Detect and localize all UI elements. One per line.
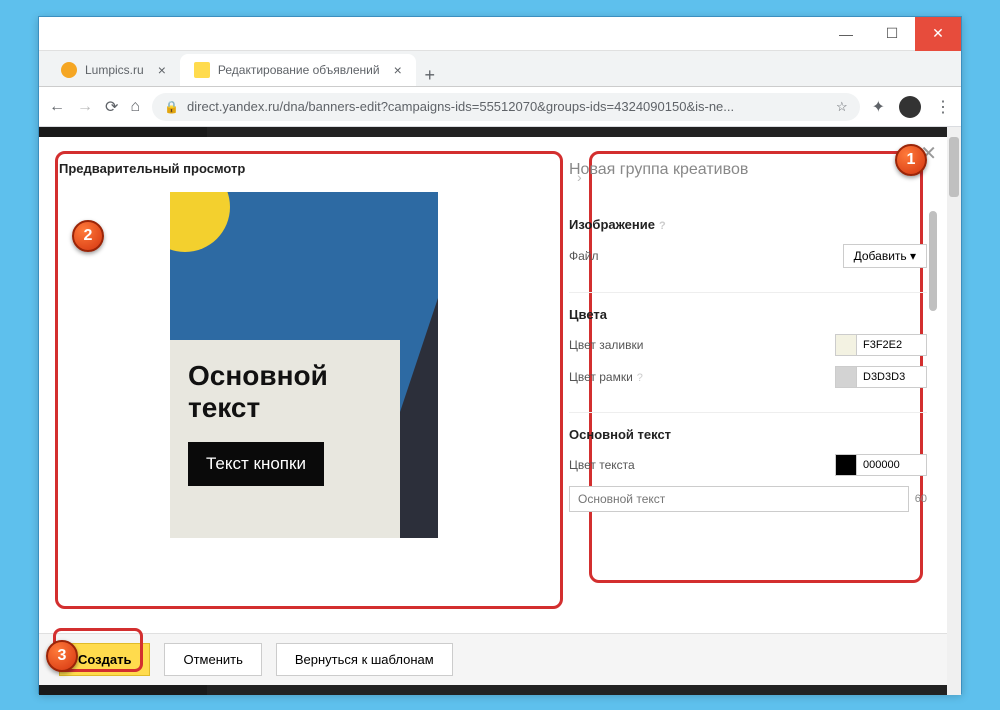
nav-back-icon[interactable]: ← <box>49 98 65 116</box>
lock-icon: 🔒 <box>164 100 179 114</box>
page-scrollbar[interactable] <box>947 127 961 695</box>
cancel-button[interactable]: Отменить <box>164 643 261 676</box>
window-maximize-button[interactable]: ☐ <box>869 17 915 51</box>
extension-icon[interactable]: ✦ <box>872 97 885 117</box>
tab-edit-ads[interactable]: Редактирование объявлений × <box>180 54 416 86</box>
decorative-circle <box>170 192 230 252</box>
settings-title: Новая группа креативов <box>569 161 927 179</box>
color-swatch[interactable] <box>835 454 857 476</box>
callout-1: 1 <box>895 144 927 176</box>
url-text: direct.yandex.ru/dna/banners-edit?campai… <box>187 99 828 114</box>
color-swatch[interactable] <box>835 366 857 388</box>
tab-lumpics[interactable]: Lumpics.ru × <box>47 54 180 86</box>
window-titlebar: — ☐ ✕ <box>39 17 961 51</box>
main-text-input[interactable] <box>569 486 909 512</box>
add-file-button[interactable]: Добавить ▾ <box>843 244 927 268</box>
section-title: Изображение? <box>569 217 927 232</box>
border-color-input[interactable] <box>835 366 927 388</box>
browser-window: — ☐ ✕ Lumpics.ru × Редактирование объявл… <box>38 16 962 694</box>
callout-3: 3 <box>46 640 78 672</box>
section-title: Основной текст <box>569 427 927 442</box>
settings-panel: Новая группа креативов Изображение? Файл… <box>569 161 927 623</box>
creative-main-text: Основной текст <box>188 360 382 424</box>
tab-close-icon[interactable]: × <box>158 62 166 78</box>
creative-cta-button: Текст кнопки <box>188 442 324 486</box>
tab-label: Редактирование объявлений <box>218 63 380 77</box>
creative-preview: Основной текст Текст кнопки <box>170 192 438 538</box>
help-icon[interactable]: ? <box>637 372 643 384</box>
section-title: Цвета <box>569 307 927 322</box>
url-input[interactable]: 🔒 direct.yandex.ru/dna/banners-edit?camp… <box>152 93 860 121</box>
preview-title: Предварительный просмотр <box>59 161 549 176</box>
nav-forward-icon[interactable]: → <box>77 98 93 116</box>
favicon-icon <box>194 62 210 78</box>
back-to-templates-button[interactable]: Вернуться к шаблонам <box>276 643 453 676</box>
preview-panel: Предварительный просмотр Основной текст … <box>59 161 549 623</box>
help-icon[interactable]: ? <box>659 220 666 232</box>
star-icon[interactable]: ☆ <box>836 99 848 115</box>
tab-close-icon[interactable]: × <box>394 62 402 78</box>
color-swatch[interactable] <box>835 334 857 356</box>
text-color-value[interactable] <box>857 454 927 476</box>
nav-home-icon[interactable]: ⌂ <box>130 98 140 116</box>
section-image: Изображение? Файл Добавить ▾ <box>569 203 927 293</box>
window-close-button[interactable]: ✕ <box>915 17 961 51</box>
fill-color-input[interactable] <box>835 334 927 356</box>
border-color-value[interactable] <box>857 366 927 388</box>
border-color-label: Цвет рамки? <box>569 370 643 384</box>
fill-color-value[interactable] <box>857 334 927 356</box>
file-label: Файл <box>569 249 599 263</box>
modal-footer: Создать Отменить Вернуться к шаблонам <box>39 633 947 685</box>
browser-tabbar: Lumpics.ru × Редактирование объявлений ×… <box>39 51 961 87</box>
tab-label: Lumpics.ru <box>85 63 144 77</box>
menu-icon[interactable]: ⋮ <box>935 97 951 117</box>
settings-scrollbar[interactable] <box>929 211 937 311</box>
address-bar: ← → ⟳ ⌂ 🔒 direct.yandex.ru/dna/banners-e… <box>39 87 961 127</box>
new-tab-button[interactable]: + <box>416 65 444 86</box>
avatar[interactable] <box>899 96 921 118</box>
char-count: 60 <box>915 493 927 505</box>
creative-editor-modal: ✕ › Предварительный просмотр Основной те… <box>39 137 947 685</box>
creative-text-block: Основной текст Текст кнопки <box>170 340 400 538</box>
page-content: ✕ › Предварительный просмотр Основной те… <box>39 127 961 695</box>
text-color-label: Цвет текста <box>569 458 635 472</box>
section-colors: Цвета Цвет заливки Цвет рамки? <box>569 293 927 413</box>
nav-reload-icon[interactable]: ⟳ <box>105 97 118 117</box>
callout-2: 2 <box>72 220 104 252</box>
window-minimize-button[interactable]: — <box>823 17 869 51</box>
favicon-icon <box>61 62 77 78</box>
section-main-text: Основной текст Цвет текста 60 <box>569 413 927 526</box>
text-color-input[interactable] <box>835 454 927 476</box>
fill-color-label: Цвет заливки <box>569 338 643 352</box>
